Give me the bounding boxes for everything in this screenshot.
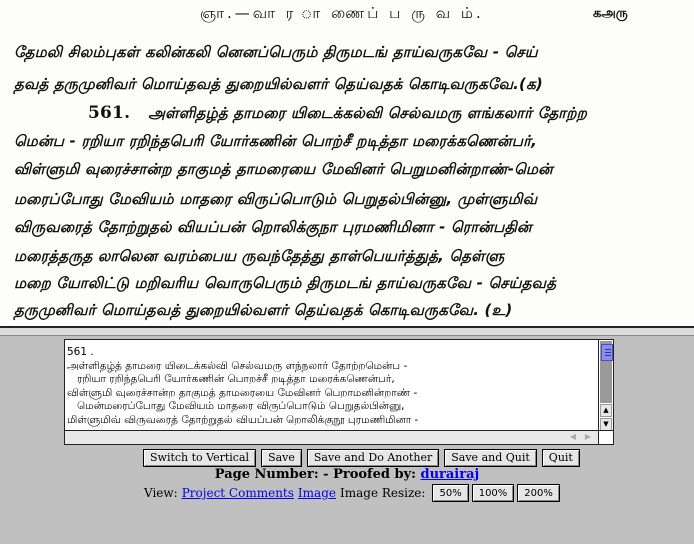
page-info: Page Number: - Proofed by: durairaj [0, 467, 694, 482]
scroll-track[interactable] [600, 341, 613, 403]
scan-line: மறை யோலிட்டு மறிவரிய வொருபெரும் திருமடங்… [14, 274, 557, 292]
action-toolbar: Switch to Vertical Save Save and Do Anot… [143, 449, 580, 467]
image-link[interactable]: Image [298, 486, 336, 500]
save-button[interactable]: Save [261, 449, 302, 467]
scan-page-number: கஅரு [593, 6, 628, 21]
scan-line: மரைத்தருத லாலென வரம்பைய ருவந்தேத்து தாள்… [14, 247, 505, 265]
resize-100-button[interactable]: 100% [471, 484, 515, 502]
quit-button[interactable]: Quit [541, 449, 580, 467]
save-and-do-another-button[interactable]: Save and Do Another [306, 449, 440, 467]
scan-line: தவத் தருமுனிவர் மொய்தவத் துறையில்வளர் தெ… [14, 75, 543, 93]
verse-number: 561. [88, 103, 131, 123]
view-label: View: [144, 486, 178, 500]
scan-chapter-header: ஞா.—வா ர ா ணைப் ப ரு வ ம். [200, 4, 484, 22]
scan-line: மரைப்போது மேவியம் மாதரை விருப்பொடும் பெற… [14, 190, 538, 208]
scanned-page-image: ஞா.—வா ர ா ணைப் ப ரு வ ம். கஅரு தேமலி சி… [0, 0, 694, 328]
scan-line: தேமலி சிலம்புகள் கலின்கலி னெனப்பெரும் தி… [14, 43, 538, 61]
proofing-text-area[interactable]: 561 . அள்ளிதழ்த் தாமரை யிடைக்கல்வி செல்வ… [64, 339, 614, 445]
project-comments-link[interactable]: Project Comments [182, 486, 294, 500]
proofing-textarea[interactable]: 561 . அள்ளிதழ்த் தாமரை யிடைக்கல்வி செல்வ… [67, 346, 597, 432]
scan-line: மென்ப - ரறியா ரறிந்தபெரி யோர்கணின் பொற்ச… [14, 132, 538, 150]
scan-line: தருமுனிவர் மொய்தவத் துறையில்வளர் தெய்வதக… [14, 301, 513, 319]
page-number-label: Page Number: - Proofed by: [214, 467, 416, 482]
switch-to-vertical-button[interactable]: Switch to Vertical [143, 449, 257, 467]
scan-line: விருவரைத் தோற்றுதல் வியப்பன் றொலிக்குநா … [14, 218, 532, 236]
resize-50-button[interactable]: 50% [432, 484, 469, 502]
vertical-scrollbar[interactable]: ▲ ▼ [598, 340, 613, 444]
scrollbar-corner [598, 430, 613, 444]
scroll-up-arrow-icon[interactable]: ▲ [600, 404, 612, 417]
scroll-right-arrow-icon[interactable]: ▶ [583, 432, 593, 442]
scroll-left-arrow-icon[interactable]: ◀ [568, 432, 578, 442]
scan-line-text: அள்ளிதழ்த் தாமரை யிடைக்கல்வி செல்வமரு ளங… [148, 104, 588, 122]
save-and-quit-button[interactable]: Save and Quit [444, 449, 537, 467]
horizontal-scrollbar[interactable]: ◀ ▶ [65, 430, 600, 444]
frame-splitter[interactable] [0, 328, 694, 336]
scan-line: விள்ளுமி வுரைச்சான்ற தாகுமத் தாமரையை மேவ… [14, 160, 553, 178]
scroll-thumb[interactable] [601, 344, 613, 361]
proofer-link[interactable]: durairaj [420, 467, 479, 482]
image-resize-label: Image Resize: [339, 486, 426, 500]
view-options: View: Project Comments Image Image Resiz… [144, 484, 560, 502]
resize-200-button[interactable]: 200% [517, 484, 560, 502]
scan-line: 561. அள்ளிதழ்த் தாமரை யிடைக்கல்வி செல்வமர… [88, 103, 587, 124]
